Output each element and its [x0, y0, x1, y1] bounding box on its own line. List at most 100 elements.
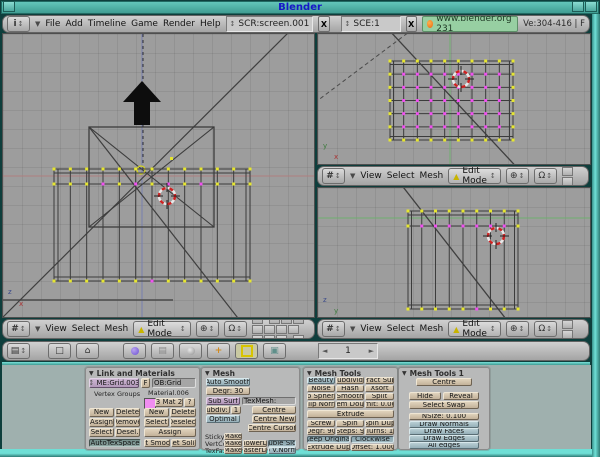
subdiv-render-field[interactable]: 1 — [231, 406, 241, 414]
draw-type-button[interactable]: ⊕↕ — [506, 321, 529, 337]
set-solid-button[interactable]: Set Solid — [171, 439, 196, 447]
vgroup-deselect-button[interactable]: Desel. — [115, 428, 140, 437]
menu-view[interactable]: View — [360, 324, 381, 334]
panels-icon[interactable]: □ — [48, 343, 71, 359]
menu-select[interactable]: Select — [72, 324, 100, 334]
material-select-button[interactable]: Select — [144, 418, 169, 427]
menu-add[interactable]: Add — [65, 19, 82, 29]
menu-mesh[interactable]: Mesh — [420, 171, 444, 181]
material-help-button[interactable]: ? — [184, 398, 195, 407]
slower-draw-button[interactable]: SlowerDr — [243, 440, 267, 447]
manipulator-arrow[interactable] — [123, 81, 161, 125]
keep-original-toggle[interactable]: Keep Original — [307, 436, 350, 443]
hide-button[interactable]: Hide — [409, 392, 441, 400]
menu-select[interactable]: Select — [387, 324, 415, 334]
home-icon[interactable]: ⌂ — [76, 343, 99, 359]
panel-collapse-icon[interactable]: ▼ — [205, 370, 210, 377]
degr90-field[interactable]: Degr: 90 — [307, 428, 335, 435]
editor-type-button[interactable]: ▤↕ — [7, 343, 30, 359]
window-minimize-button[interactable] — [572, 1, 584, 12]
scene-selector[interactable]: ↕ SCE:1 — [341, 16, 401, 32]
window-close-button[interactable] — [585, 1, 597, 12]
layer-cell[interactable] — [288, 325, 299, 334]
to-sphere-button[interactable]: To Sphere — [307, 393, 335, 400]
scene-delete-button[interactable]: X — [406, 16, 417, 32]
layer-cell[interactable] — [293, 335, 304, 340]
autotexspace-button[interactable]: AutoTexSpace — [89, 439, 141, 447]
window-titlebar[interactable]: Blender — [1, 1, 599, 14]
menu-game[interactable]: Game — [131, 19, 158, 29]
object-icon[interactable]: + — [207, 343, 230, 359]
layer-cell[interactable] — [562, 167, 573, 176]
buttons-window-body[interactable]: ▼Link and Materials ↕ ME:Grid.003 F OB:G… — [2, 365, 591, 449]
header-collapse-icon[interactable]: ▼ — [350, 172, 355, 180]
fake-user-button[interactable]: F — [141, 378, 150, 388]
layer-buttons[interactable] — [562, 166, 584, 186]
extrude-dup-button[interactable]: Extrude Dup — [307, 444, 350, 451]
material-new-button[interactable]: New — [144, 408, 169, 417]
frame-number-field[interactable]: ◄ 1 ► — [318, 343, 378, 359]
menu-help[interactable]: Help — [200, 19, 221, 29]
blender-org-badge[interactable]: www.blender.org 231 — [422, 16, 518, 32]
menu-select[interactable]: Select — [387, 171, 415, 181]
centre-button[interactable]: Centre — [416, 378, 472, 386]
panel-mesh-tools[interactable]: ▼Mesh Tools Beauty Subdivide Fract Sub N… — [303, 367, 398, 450]
window-right-border[interactable] — [592, 14, 600, 457]
frame-left-arrow[interactable]: ◄ — [322, 347, 327, 355]
layer-cell[interactable] — [276, 335, 287, 340]
nsize-field[interactable]: NSize: 0.100 — [409, 413, 479, 420]
material-deselect-button[interactable]: Deselect — [170, 418, 196, 427]
reveal-button[interactable]: Reveal — [443, 392, 479, 400]
draw-normals-toggle[interactable]: Draw Normals — [409, 421, 479, 428]
scene-icon[interactable]: ▣ — [263, 343, 286, 359]
layer-cell[interactable] — [264, 325, 275, 334]
window-bottom-border[interactable] — [0, 449, 592, 457]
pivot-button[interactable]: Ω↕ — [224, 321, 247, 337]
xsort-button[interactable]: Xsort — [365, 385, 394, 392]
vgroup-new-button[interactable]: New — [89, 408, 114, 417]
spin-dup-button[interactable]: Spin Dup — [365, 420, 394, 427]
layer-cell[interactable] — [293, 319, 304, 324]
layer-cell[interactable] — [562, 330, 573, 339]
limit-field[interactable]: Limit: 0.001 — [365, 401, 394, 408]
collapse-menu-icon[interactable]: ▼ — [35, 20, 40, 28]
centre-cursor-button[interactable]: Centre Cursor — [248, 424, 296, 432]
rem-doubles-button[interactable]: Rem Doub — [336, 401, 364, 408]
spin-button[interactable]: Spin — [336, 420, 364, 427]
menu-timeline[interactable]: Timeline — [88, 19, 126, 29]
set-smooth-button[interactable]: Set Smooth — [144, 439, 170, 447]
header-collapse-icon[interactable]: ▼ — [35, 325, 40, 333]
pivot-button[interactable]: Ω↕ — [534, 321, 557, 337]
window-type-button[interactable]: i↕ — [7, 16, 30, 32]
logic-icon[interactable] — [123, 343, 146, 359]
material-assign-button[interactable]: Assign — [144, 428, 196, 437]
editor-type-button[interactable]: #↕ — [7, 321, 30, 337]
no-vnormal-flip-toggle[interactable]: No V.Normal — [268, 447, 296, 454]
layer-buttons[interactable] — [562, 319, 584, 339]
pivot-button[interactable]: Ω↕ — [534, 168, 557, 184]
layer-cell[interactable] — [562, 320, 573, 329]
split-button[interactable]: Split — [365, 393, 394, 400]
mode-dropdown[interactable]: ▲Edit Mode↕ — [448, 168, 501, 184]
all-edges-toggle[interactable]: All edges — [409, 442, 479, 449]
viewport-front-canvas[interactable]: z x — [3, 34, 315, 318]
panel-collapse-icon[interactable]: ▼ — [402, 370, 407, 377]
layer-cell[interactable] — [562, 177, 573, 186]
screen-delete-button[interactable]: X — [318, 16, 329, 32]
steps-field[interactable]: Steps: 9 — [336, 428, 364, 435]
flip-normals-button[interactable]: Flip Norm — [307, 401, 335, 408]
degr-field[interactable]: Degr: 30 — [206, 387, 250, 395]
panel-mesh-tools-1[interactable]: ▼Mesh Tools 1 Centre Hide Reveal Select … — [398, 367, 490, 450]
panel-collapse-icon[interactable]: ▼ — [89, 370, 94, 377]
layer-cell[interactable] — [269, 319, 280, 324]
menu-mesh[interactable]: Mesh — [105, 324, 129, 334]
mesh-datablock-field[interactable]: ↕ ME:Grid.003 — [89, 378, 139, 388]
object-name-field[interactable]: OB:Grid — [152, 378, 196, 388]
viewport-front[interactable]: z x — [2, 33, 315, 318]
vgroup-remove-button[interactable]: Remove — [115, 418, 140, 427]
texmesh-field[interactable]: TexMesh: — [242, 397, 296, 405]
screen-selector[interactable]: ↕ SCR:screen.001 — [226, 16, 314, 32]
turns-field[interactable]: Turns: 1 — [365, 428, 394, 435]
texface-make-button[interactable]: Make — [224, 447, 242, 454]
layer-cell[interactable] — [264, 335, 275, 340]
